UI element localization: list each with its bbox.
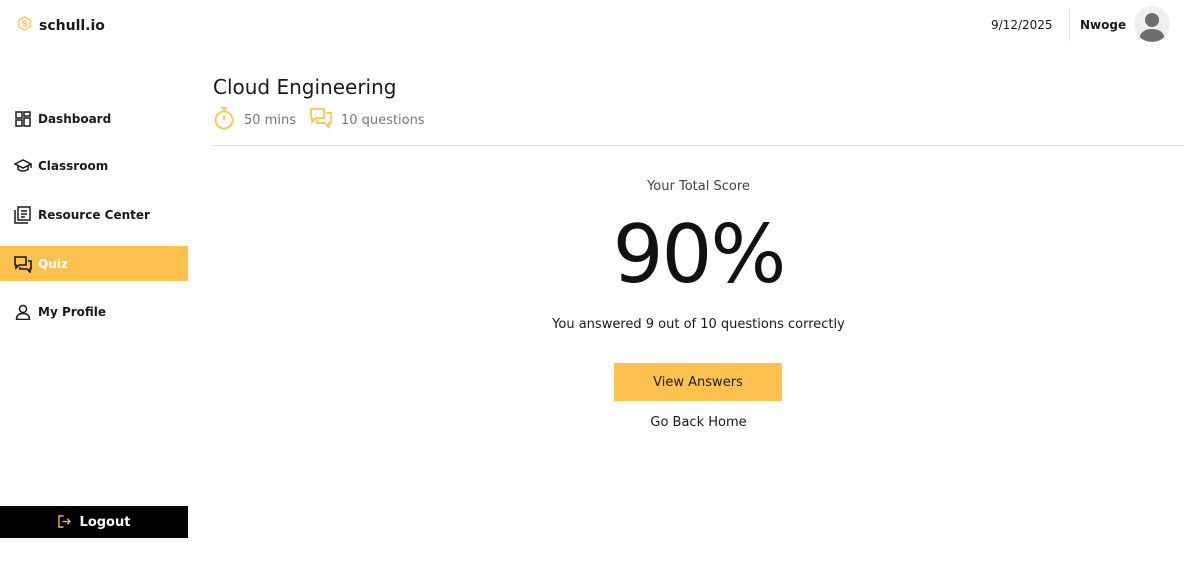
chat-bubbles-icon xyxy=(310,107,332,133)
sidebar-item-label: Dashboard xyxy=(38,111,112,126)
dashboard-grid-icon xyxy=(14,110,32,128)
go-back-home-link[interactable]: Go Back Home xyxy=(0,415,1200,430)
username[interactable]: Nwoge xyxy=(1080,18,1126,32)
sidebar-item-classroom[interactable]: Classroom xyxy=(0,148,188,183)
score-summary: You answered 9 out of 10 questions corre… xyxy=(552,317,845,332)
avatar[interactable] xyxy=(1134,6,1170,42)
avatar-user-icon xyxy=(1139,13,1165,42)
logout-label: Logout xyxy=(79,514,131,530)
quiz-meta: 50 mins 10 questions xyxy=(213,106,439,134)
logo-icon xyxy=(17,16,32,35)
sidebar-item-dashboard[interactable]: Dashboard xyxy=(0,101,188,136)
current-date: 9/12/2025 xyxy=(991,18,1053,32)
graduation-cap-icon xyxy=(14,157,32,175)
brand-logo[interactable]: schull.io xyxy=(17,16,105,35)
logout-icon xyxy=(57,513,71,532)
score-label: Your Total Score xyxy=(647,179,750,194)
questions-text: 10 questions xyxy=(340,112,425,128)
duration-text: 50 mins xyxy=(244,112,296,128)
header-divider xyxy=(1069,9,1070,41)
brand-name: schull.io xyxy=(39,17,105,34)
quiz-duration: 50 mins xyxy=(213,106,296,134)
page-title: Cloud Engineering xyxy=(213,75,397,99)
stopwatch-icon xyxy=(213,106,235,134)
logout-button[interactable]: Logout xyxy=(0,506,188,538)
quiz-question-count: 10 questions xyxy=(310,107,425,133)
score-value: 90% xyxy=(612,208,787,301)
view-answers-button[interactable]: View Answers xyxy=(614,363,782,401)
divider xyxy=(213,145,1184,146)
sidebar-item-label: Classroom xyxy=(38,158,109,173)
